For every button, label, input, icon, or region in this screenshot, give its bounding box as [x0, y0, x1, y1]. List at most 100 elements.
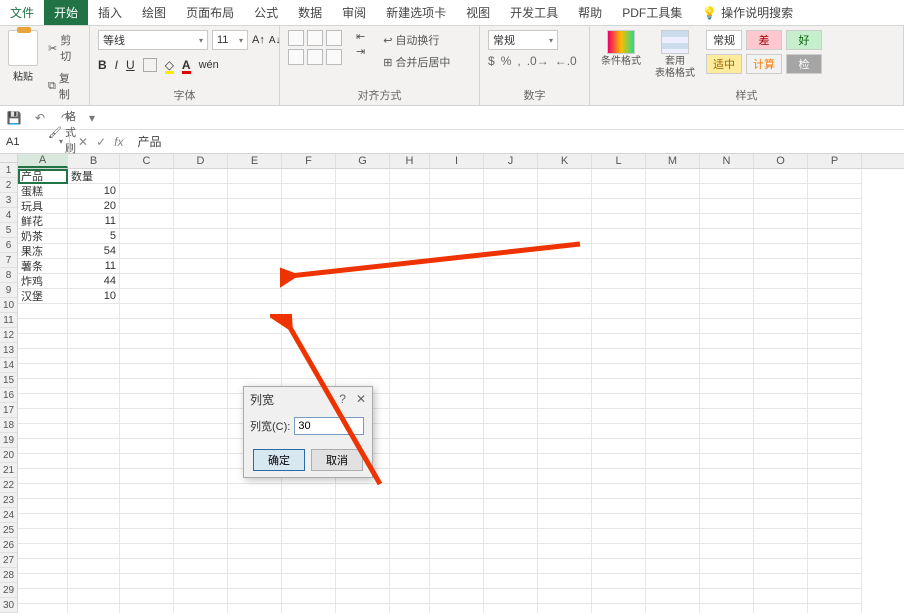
cell-P9[interactable] — [808, 289, 862, 304]
cell-I23[interactable] — [430, 499, 484, 514]
cell-L17[interactable] — [592, 409, 646, 424]
cell-P2[interactable] — [808, 184, 862, 199]
cell-E24[interactable] — [228, 514, 282, 529]
cell-L1[interactable] — [592, 169, 646, 184]
cell-F2[interactable] — [282, 184, 336, 199]
cell-F5[interactable] — [282, 229, 336, 244]
column-header-L[interactable]: L — [592, 154, 646, 168]
cell-B3[interactable]: 20 — [68, 199, 120, 214]
cell-L6[interactable] — [592, 244, 646, 259]
cell-K1[interactable] — [538, 169, 592, 184]
cell-P8[interactable] — [808, 274, 862, 289]
cell-C10[interactable] — [120, 304, 174, 319]
merge-center-button[interactable]: ⊞合并后居中 — [379, 52, 454, 72]
cell-M11[interactable] — [646, 319, 700, 334]
cell-E28[interactable] — [228, 574, 282, 589]
cell-K8[interactable] — [538, 274, 592, 289]
cell-P14[interactable] — [808, 364, 862, 379]
indent-increase-button[interactable]: ⇥ — [356, 45, 365, 58]
cell-P21[interactable] — [808, 469, 862, 484]
cell-E25[interactable] — [228, 529, 282, 544]
cell-O27[interactable] — [754, 559, 808, 574]
cell-N29[interactable] — [700, 589, 754, 604]
cell-P18[interactable] — [808, 424, 862, 439]
cell-I2[interactable] — [430, 184, 484, 199]
cell-P11[interactable] — [808, 319, 862, 334]
cell-O4[interactable] — [754, 214, 808, 229]
column-header-C[interactable]: C — [120, 154, 174, 168]
cell-J16[interactable] — [484, 394, 538, 409]
cell-A24[interactable] — [18, 514, 68, 529]
style-normal[interactable]: 常规 — [706, 30, 742, 50]
cell-B16[interactable] — [68, 394, 120, 409]
cell-B2[interactable]: 10 — [68, 184, 120, 199]
cell-L29[interactable] — [592, 589, 646, 604]
style-good[interactable]: 好 — [786, 30, 822, 50]
cell-K10[interactable] — [538, 304, 592, 319]
cell-K14[interactable] — [538, 364, 592, 379]
row-headers[interactable]: 1234567891011121314151617181920212223242… — [0, 163, 18, 613]
cell-I16[interactable] — [430, 394, 484, 409]
percent-button[interactable]: % — [501, 54, 512, 68]
cell-A3[interactable]: 玩具 — [18, 199, 68, 214]
cell-B14[interactable] — [68, 364, 120, 379]
cell-I17[interactable] — [430, 409, 484, 424]
cell-A30[interactable] — [18, 604, 68, 613]
cell-K16[interactable] — [538, 394, 592, 409]
cell-A7[interactable]: 薯条 — [18, 259, 68, 274]
cell-I15[interactable] — [430, 379, 484, 394]
style-neutral[interactable]: 适中 — [706, 54, 742, 74]
cell-E1[interactable] — [228, 169, 282, 184]
cell-O19[interactable] — [754, 439, 808, 454]
cell-N3[interactable] — [700, 199, 754, 214]
cell-B6[interactable]: 54 — [68, 244, 120, 259]
cell-A11[interactable] — [18, 319, 68, 334]
cell-E7[interactable] — [228, 259, 282, 274]
cut-button[interactable]: ✂剪切 — [44, 30, 81, 66]
style-calc[interactable]: 计算 — [746, 54, 782, 74]
cell-B21[interactable] — [68, 469, 120, 484]
cell-B18[interactable] — [68, 424, 120, 439]
cell-F11[interactable] — [282, 319, 336, 334]
cell-F23[interactable] — [282, 499, 336, 514]
cell-D2[interactable] — [174, 184, 228, 199]
cell-A10[interactable] — [18, 304, 68, 319]
comma-button[interactable]: , — [517, 54, 520, 68]
cell-E27[interactable] — [228, 559, 282, 574]
row-header-10[interactable]: 10 — [0, 298, 17, 313]
row-header-22[interactable]: 22 — [0, 478, 17, 493]
cell-L23[interactable] — [592, 499, 646, 514]
cell-G2[interactable] — [336, 184, 390, 199]
cell-H23[interactable] — [390, 499, 430, 514]
cell-G26[interactable] — [336, 544, 390, 559]
cell-H29[interactable] — [390, 589, 430, 604]
cell-E14[interactable] — [228, 364, 282, 379]
row-header-29[interactable]: 29 — [0, 583, 17, 598]
tab-tellme[interactable]: 💡操作说明搜索 — [692, 0, 803, 25]
cell-I28[interactable] — [430, 574, 484, 589]
cell-N6[interactable] — [700, 244, 754, 259]
cell-F29[interactable] — [282, 589, 336, 604]
cell-B25[interactable] — [68, 529, 120, 544]
cell-C20[interactable] — [120, 454, 174, 469]
cell-M8[interactable] — [646, 274, 700, 289]
cell-M12[interactable] — [646, 334, 700, 349]
tab-insert[interactable]: 插入 — [88, 0, 132, 25]
cell-O10[interactable] — [754, 304, 808, 319]
cell-E12[interactable] — [228, 334, 282, 349]
cell-F28[interactable] — [282, 574, 336, 589]
cell-L22[interactable] — [592, 484, 646, 499]
cell-H13[interactable] — [390, 349, 430, 364]
cell-N19[interactable] — [700, 439, 754, 454]
cell-B11[interactable] — [68, 319, 120, 334]
cell-J22[interactable] — [484, 484, 538, 499]
cell-A2[interactable]: 蛋糕 — [18, 184, 68, 199]
cell-B13[interactable] — [68, 349, 120, 364]
cell-N23[interactable] — [700, 499, 754, 514]
cell-M5[interactable] — [646, 229, 700, 244]
cell-O23[interactable] — [754, 499, 808, 514]
cell-C24[interactable] — [120, 514, 174, 529]
cell-D30[interactable] — [174, 604, 228, 613]
cell-L9[interactable] — [592, 289, 646, 304]
cell-D11[interactable] — [174, 319, 228, 334]
